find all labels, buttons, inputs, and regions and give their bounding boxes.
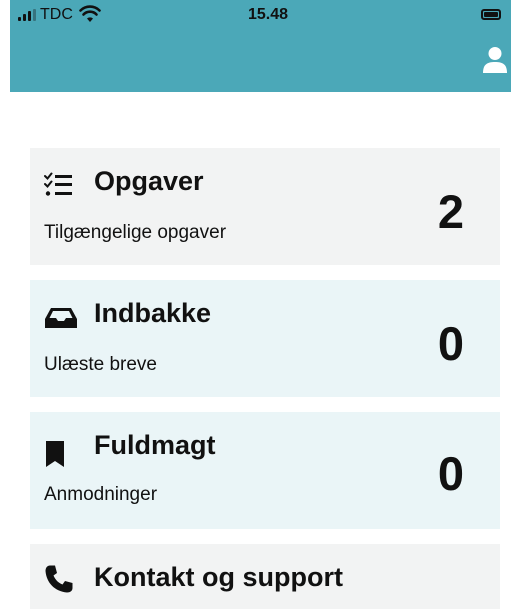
card-count: 0 <box>437 317 464 370</box>
cellular-signal-icon <box>18 9 38 21</box>
card-opgaver[interactable]: Opgaver Tilgængelige opgaver 2 <box>30 148 500 265</box>
app-header: TDC 15.48 <box>10 0 511 92</box>
bookmark-icon <box>46 441 64 467</box>
phone-icon <box>45 565 73 593</box>
status-bar: TDC 15.48 <box>10 0 511 30</box>
card-count: 2 <box>437 185 464 238</box>
card-fuldmagt[interactable]: Fuldmagt Anmodninger 0 <box>30 412 500 529</box>
user-icon[interactable] <box>482 46 508 74</box>
card-count: 0 <box>437 447 464 500</box>
checklist-icon <box>44 172 72 196</box>
card-title: Kontakt og support <box>94 562 343 592</box>
card-kontakt-og-support[interactable]: Kontakt og support <box>30 544 500 609</box>
carrier-name: TDC <box>40 6 73 23</box>
wifi-icon <box>79 5 101 22</box>
card-subtitle: Tilgængelige opgaver <box>44 222 227 243</box>
card-subtitle: Ulæste breve <box>44 354 157 375</box>
battery-icon <box>481 9 501 20</box>
status-time: 15.48 <box>248 6 289 23</box>
card-title: Opgaver <box>94 166 204 196</box>
card-title: Fuldmagt <box>94 430 216 460</box>
card-subtitle: Anmodninger <box>44 484 158 505</box>
card-indbakke[interactable]: Indbakke Ulæste breve 0 <box>30 280 500 397</box>
card-title: Indbakke <box>94 298 212 328</box>
inbox-icon <box>45 308 77 328</box>
